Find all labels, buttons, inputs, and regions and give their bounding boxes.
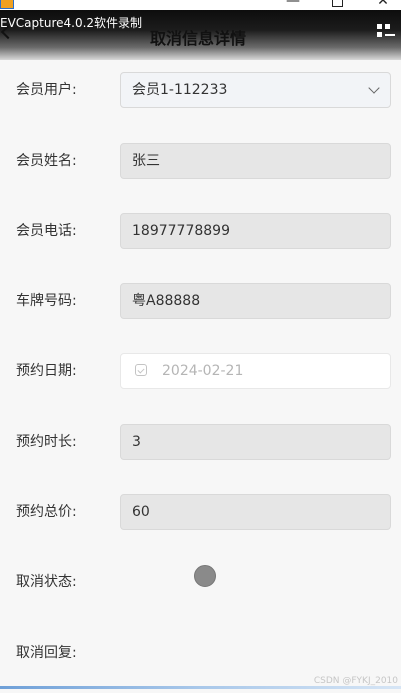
booking-duration-field: 3 <box>120 424 391 460</box>
booking-date-picker[interactable]: 2024-02-21 <box>120 353 391 389</box>
plate-number-field: 粤A88888 <box>120 283 391 319</box>
booking-total-field: 60 <box>120 494 391 530</box>
plate-number-label: 车牌号码: <box>16 293 77 309</box>
member-phone-label: 会员电话: <box>16 223 77 239</box>
minimize-button[interactable]: — <box>283 0 303 8</box>
form-row-booking-duration: 预约时长: 3 <box>0 424 401 460</box>
maximize-button[interactable] <box>327 0 347 8</box>
member-name-field: 张三 <box>120 143 391 179</box>
booking-date-label: 预约日期: <box>16 363 77 379</box>
booking-total-label: 预约总价: <box>16 504 77 520</box>
capture-watermark-title: EVCapture4.0.2软件录制 <box>0 16 143 30</box>
member-name-label: 会员姓名: <box>16 153 77 169</box>
form-row-plate-number: 车牌号码: 粤A88888 <box>0 283 401 319</box>
form-row-member-user: 会员用户: 会员1-112233 <box>0 72 401 108</box>
grid-menu-icon[interactable] <box>377 24 395 40</box>
page-title: 取消信息详情 <box>150 29 247 48</box>
maximize-icon <box>331 0 343 7</box>
chevron-down-icon <box>368 82 380 94</box>
cancel-status-label: 取消状态: <box>16 574 77 590</box>
calendar-icon <box>135 364 147 376</box>
member-user-value: 会员1-112233 <box>132 82 228 98</box>
form-row-member-phone: 会员电话: 18977778899 <box>0 213 401 249</box>
member-user-label: 会员用户: <box>16 82 77 98</box>
member-user-select[interactable]: 会员1-112233 <box>120 72 391 108</box>
cancel-status-indicator[interactable] <box>194 565 216 587</box>
bottom-progress-line <box>0 686 401 689</box>
app-icon <box>0 0 14 9</box>
form-row-booking-total: 预约总价: 60 <box>0 494 401 530</box>
booking-date-value: 2024-02-21 <box>162 363 244 379</box>
booking-duration-label: 预约时长: <box>16 434 77 450</box>
close-button[interactable]: ✕ <box>373 0 393 8</box>
member-phone-field: 18977778899 <box>120 213 391 249</box>
window-title-bar: — ✕ <box>0 0 401 10</box>
form-row-booking-date: 预约日期: 2024-02-21 <box>0 353 401 389</box>
cancel-reply-label: 取消回复: <box>16 645 77 661</box>
csdn-watermark: CSDN @FYKJ_2010 <box>313 676 398 686</box>
form-row-cancel-reply: 取消回复: <box>0 635 401 671</box>
form-row-member-name: 会员姓名: 张三 <box>0 143 401 179</box>
